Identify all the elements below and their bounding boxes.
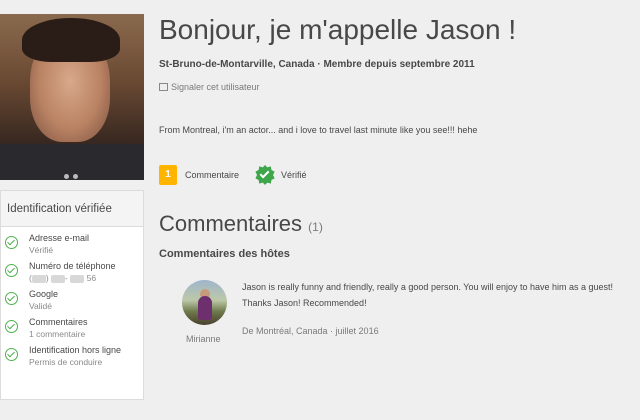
- verified-badge-label: Vérifié: [281, 170, 307, 180]
- comments-count-badge[interactable]: 1: [159, 165, 177, 185]
- verified-badge-icon: [255, 165, 275, 185]
- verification-item-title: Adresse e-mail: [29, 233, 90, 243]
- verification-item-status: () - 56: [29, 273, 97, 283]
- profile-badges: 1 Commentaire Vérifié: [159, 164, 307, 186]
- verification-item-offline-id: Identification hors ligne Permis de cond…: [1, 345, 143, 373]
- host-comments-heading: Commentaires des hôtes: [159, 248, 290, 260]
- verification-item-title: Commentaires: [29, 317, 88, 327]
- comments-heading: Commentaires (1): [159, 211, 323, 237]
- check-circle-icon: [5, 292, 18, 305]
- photo-hair: [22, 18, 120, 62]
- masked-digits: [70, 274, 85, 283]
- verification-item-status: Permis de conduire: [29, 357, 103, 367]
- check-circle-icon: [5, 264, 18, 277]
- phone-last-digits: 56: [86, 273, 97, 283]
- verification-panel-title: Identification vérifiée: [1, 191, 143, 227]
- profile-bio: From Montreal, i'm an actor... and i lov…: [159, 125, 478, 135]
- photo-carousel-dots[interactable]: [64, 174, 78, 179]
- verification-item-status: Vérifié: [29, 245, 54, 255]
- verification-item-title: Identification hors ligne: [29, 345, 122, 355]
- masked-digits: [51, 274, 66, 283]
- reviewer-avatar[interactable]: [182, 280, 227, 325]
- profile-photo[interactable]: [0, 14, 144, 180]
- verification-item-title: Numéro de téléphone: [29, 261, 116, 271]
- verification-item-title: Google: [29, 289, 59, 299]
- verification-item-email: Adresse e-mail Vérifié: [1, 233, 143, 261]
- profile-greeting-title: Bonjour, je m'appelle Jason !: [159, 14, 517, 45]
- review-text: Jason is really funny and friendly, real…: [242, 282, 614, 308]
- flag-icon: [159, 83, 168, 91]
- verification-list: Adresse e-mail Vérifié Numéro de télépho…: [1, 227, 143, 373]
- verification-item-google: Google Validé: [1, 289, 143, 317]
- check-circle-icon: [5, 236, 18, 249]
- comments-heading-text: Commentaires: [159, 211, 303, 236]
- verification-item-status: 1 commentaire: [29, 329, 86, 339]
- verification-item-status: Validé: [29, 301, 52, 311]
- report-user-label: Signaler cet utilisateur: [171, 82, 260, 92]
- verification-panel: Identification vérifiée Adresse e-mail V…: [0, 190, 144, 400]
- verification-item-reviews: Commentaires 1 commentaire: [1, 317, 143, 345]
- report-user-link[interactable]: Signaler cet utilisateur: [159, 82, 260, 92]
- comments-count: (1): [308, 220, 323, 234]
- comments-badge-label[interactable]: Commentaire: [185, 170, 239, 180]
- check-circle-icon: [5, 348, 18, 361]
- review-meta: De Montréal, Canada · juillet 2016: [242, 326, 379, 336]
- check-circle-icon: [5, 320, 18, 333]
- profile-location-member-since: St-Bruno-de-Montarville, Canada · Membre…: [159, 59, 475, 70]
- reviewer-name[interactable]: Mirianne: [186, 334, 221, 344]
- masked-digits: [31, 274, 46, 283]
- verification-item-phone: Numéro de téléphone () - 56: [1, 261, 143, 289]
